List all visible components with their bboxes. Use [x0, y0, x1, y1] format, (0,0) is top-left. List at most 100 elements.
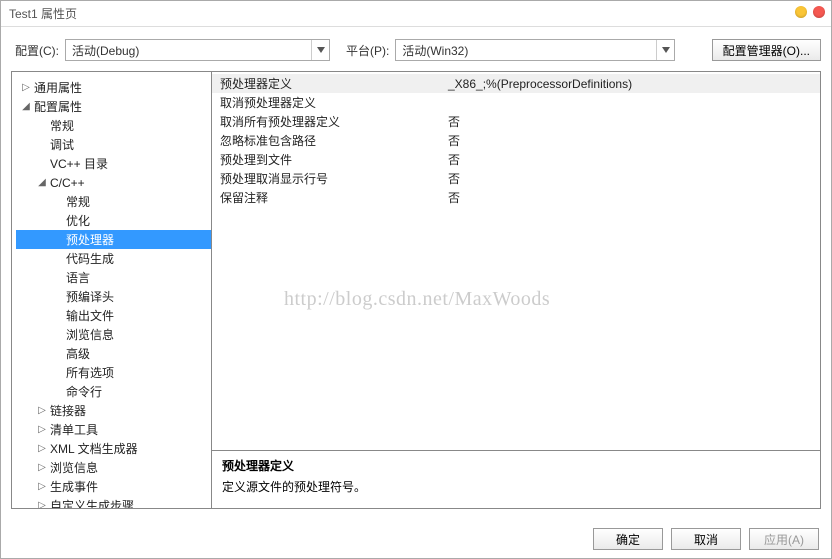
property-grid[interactable]: 预处理器定义_X86_;%(PreprocessorDefinitions)取消…	[212, 72, 820, 450]
configuration-manager-button[interactable]: 配置管理器(O)...	[712, 39, 821, 61]
chevron-down-icon	[311, 40, 329, 60]
tree-item[interactable]: 常规	[16, 116, 211, 135]
tree-item[interactable]: 调试	[16, 135, 211, 154]
tree-item[interactable]: 预处理器	[16, 230, 211, 249]
expander-icon[interactable]: ▷	[36, 500, 48, 508]
property-row[interactable]: 预处理器定义_X86_;%(PreprocessorDefinitions)	[212, 74, 820, 93]
description-body: 定义源文件的预处理符号。	[222, 478, 810, 495]
nav-tree[interactable]: ▷通用属性◢配置属性常规调试VC++ 目录◢C/C++常规优化预处理器代码生成语…	[12, 72, 212, 508]
property-row[interactable]: 预处理到文件否	[212, 150, 820, 169]
property-value[interactable]: 否	[444, 170, 820, 187]
tree-item-label: 输出文件	[64, 307, 114, 324]
property-name: 预处理到文件	[212, 151, 444, 168]
expander-icon[interactable]: ▷	[36, 462, 48, 473]
expander-icon[interactable]: ▷	[36, 405, 48, 416]
tree-item-label: 配置属性	[32, 98, 82, 115]
tree-item[interactable]: 代码生成	[16, 249, 211, 268]
content-area: ▷通用属性◢配置属性常规调试VC++ 目录◢C/C++常规优化预处理器代码生成语…	[11, 71, 821, 509]
detail-pane: 预处理器定义_X86_;%(PreprocessorDefinitions)取消…	[212, 72, 820, 508]
description-panel: 预处理器定义 定义源文件的预处理符号。	[212, 450, 820, 508]
tree-item[interactable]: 输出文件	[16, 306, 211, 325]
tree-item-label: 浏览信息	[64, 326, 114, 343]
property-value[interactable]: 否	[444, 151, 820, 168]
tree-item-label: 通用属性	[32, 79, 82, 96]
watermark-text: http://blog.csdn.net/MaxWoods	[284, 288, 550, 311]
expander-icon[interactable]: ▷	[36, 424, 48, 435]
tree-item[interactable]: ▷清单工具	[16, 420, 211, 439]
property-row[interactable]: 取消预处理器定义	[212, 93, 820, 112]
tree-item[interactable]: 命令行	[16, 382, 211, 401]
tree-item-label: 常规	[48, 117, 74, 134]
platform-value: 活动(Win32)	[402, 42, 468, 59]
expander-icon[interactable]: ◢	[36, 177, 48, 188]
property-name: 取消预处理器定义	[212, 94, 444, 111]
cancel-button[interactable]: 取消	[671, 528, 741, 550]
tree-item-label: 代码生成	[64, 250, 114, 267]
chevron-down-icon	[656, 40, 674, 60]
tree-item[interactable]: ◢配置属性	[16, 97, 211, 116]
tree-item[interactable]: 优化	[16, 211, 211, 230]
ok-button[interactable]: 确定	[593, 528, 663, 550]
tree-item-label: 清单工具	[48, 421, 98, 438]
tree-item-label: 语言	[64, 269, 90, 286]
expander-icon[interactable]: ▷	[20, 82, 32, 93]
property-row[interactable]: 取消所有预处理器定义否	[212, 112, 820, 131]
tree-item-label: 高级	[64, 345, 90, 362]
tree-item-label: 自定义生成步骤	[48, 497, 134, 508]
tree-item-label: 优化	[64, 212, 90, 229]
tree-item-label: 命令行	[64, 383, 102, 400]
property-name: 预处理器定义	[212, 75, 444, 92]
dialog-footer: 确定 取消 应用(A)	[593, 528, 819, 550]
tree-item[interactable]: ◢C/C++	[16, 173, 211, 192]
window-controls	[795, 6, 825, 18]
tree-item-label: 预处理器	[64, 231, 114, 248]
tree-item[interactable]: ▷通用属性	[16, 78, 211, 97]
property-row[interactable]: 保留注释否	[212, 188, 820, 207]
tree-item-label: 预编译头	[64, 288, 114, 305]
tree-item[interactable]: 所有选项	[16, 363, 211, 382]
tree-item[interactable]: 预编译头	[16, 287, 211, 306]
property-name: 预处理取消显示行号	[212, 170, 444, 187]
tree-item-label: 所有选项	[64, 364, 114, 381]
tree-item-label: VC++ 目录	[48, 155, 108, 172]
property-name: 取消所有预处理器定义	[212, 113, 444, 130]
tree-item[interactable]: ▷浏览信息	[16, 458, 211, 477]
tree-item-label: 调试	[48, 136, 74, 153]
property-row[interactable]: 预处理取消显示行号否	[212, 169, 820, 188]
tree-item[interactable]: 常规	[16, 192, 211, 211]
platform-label: 平台(P):	[346, 42, 389, 59]
tree-item-label: 链接器	[48, 402, 86, 419]
property-value[interactable]: 否	[444, 189, 820, 206]
tree-item-label: 浏览信息	[48, 459, 98, 476]
property-name: 保留注释	[212, 189, 444, 206]
property-value[interactable]: 否	[444, 132, 820, 149]
tree-item[interactable]: ▷生成事件	[16, 477, 211, 496]
expander-icon[interactable]: ▷	[36, 481, 48, 492]
tree-item[interactable]: ▷链接器	[16, 401, 211, 420]
tree-item[interactable]: 语言	[16, 268, 211, 287]
config-value: 活动(Debug)	[72, 42, 139, 59]
tree-item-label: C/C++	[48, 176, 85, 190]
tree-item[interactable]: ▷XML 文档生成器	[16, 439, 211, 458]
tree-item-label: 生成事件	[48, 478, 98, 495]
property-value[interactable]: 否	[444, 113, 820, 130]
tree-item-label: 常规	[64, 193, 90, 210]
expander-icon[interactable]: ◢	[20, 101, 32, 112]
minimize-icon[interactable]	[795, 6, 807, 18]
apply-button[interactable]: 应用(A)	[749, 528, 819, 550]
property-value[interactable]: _X86_;%(PreprocessorDefinitions)	[444, 77, 820, 91]
tree-item[interactable]: ▷自定义生成步骤	[16, 496, 211, 508]
titlebar: Test1 属性页	[1, 1, 831, 27]
config-dropdown[interactable]: 活动(Debug)	[65, 39, 330, 61]
platform-dropdown[interactable]: 活动(Win32)	[395, 39, 675, 61]
property-name: 忽略标准包含路径	[212, 132, 444, 149]
close-icon[interactable]	[813, 6, 825, 18]
expander-icon[interactable]: ▷	[36, 443, 48, 454]
description-title: 预处理器定义	[222, 457, 810, 474]
property-row[interactable]: 忽略标准包含路径否	[212, 131, 820, 150]
tree-item[interactable]: VC++ 目录	[16, 154, 211, 173]
config-toolbar: 配置(C): 活动(Debug) 平台(P): 活动(Win32) 配置管理器(…	[1, 27, 831, 71]
tree-item-label: XML 文档生成器	[48, 440, 138, 457]
tree-item[interactable]: 高级	[16, 344, 211, 363]
tree-item[interactable]: 浏览信息	[16, 325, 211, 344]
